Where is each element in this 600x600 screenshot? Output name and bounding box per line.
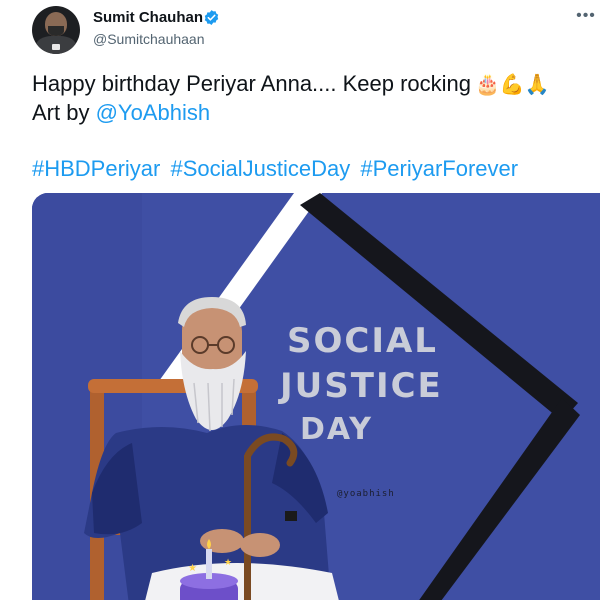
poster-text: SOCIAL <box>287 321 438 361</box>
svg-text:★: ★ <box>188 563 197 574</box>
hashtag-link[interactable]: #PeriyarForever <box>360 156 518 181</box>
poster-text: DAY <box>300 412 373 447</box>
avatar[interactable] <box>32 6 80 54</box>
tweet-text-line-1: Happy birthday Periyar Anna.... Keep roc… <box>32 71 550 97</box>
tweet-card[interactable]: Sumit Chauhan @Sumitchauhaan ••• Happy b… <box>0 0 600 600</box>
art-credit-prefix: Art by <box>32 100 96 125</box>
artist-signature: @yoabhish <box>337 489 395 499</box>
hashtag-list: #HBDPeriyar #SocialJusticeDay #PeriyarFo… <box>32 156 522 182</box>
author-display-name[interactable]: Sumit Chauhan <box>93 9 203 26</box>
svg-text:★: ★ <box>224 558 232 568</box>
tweet-media-image[interactable]: ★ ★ SOCIAL JUSTICE DAY @yoabhish <box>32 193 600 600</box>
hashtag-link[interactable]: #HBDPeriyar <box>32 156 160 181</box>
poster-text: JUSTICE <box>280 366 443 406</box>
hashtag-link[interactable]: #SocialJusticeDay <box>171 156 351 181</box>
mention-link[interactable]: @YoAbhish <box>96 100 211 125</box>
verified-badge-icon <box>204 10 219 25</box>
author-handle[interactable]: @Sumitchauhaan <box>93 31 205 47</box>
tweet-text: Happy birthday Periyar Anna.... Keep roc… <box>32 71 472 96</box>
tweet-emojis: 🎂💪🙏 <box>475 74 550 96</box>
more-options-icon[interactable]: ••• <box>574 4 598 28</box>
tweet-text-line-2: Art by @YoAbhish <box>32 100 210 126</box>
